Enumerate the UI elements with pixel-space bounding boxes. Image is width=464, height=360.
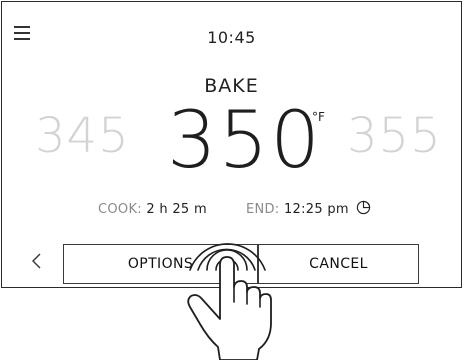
oven-control-screen: 10:45 BAKE 345 350 °F 355 COOK: 2 h 25 m…: [1, 1, 462, 288]
timer-icon[interactable]: [356, 200, 371, 215]
end-label: END:: [246, 202, 280, 217]
cooking-mode-label: BAKE: [204, 75, 259, 97]
next-temperature[interactable]: 355: [347, 112, 442, 160]
temperature-unit: °F: [312, 110, 325, 124]
end-value: 12:25 pm: [283, 202, 349, 217]
end-time[interactable]: END: 12:25 pm: [246, 202, 349, 217]
options-button[interactable]: OPTIONS: [63, 244, 258, 284]
clock-time: 10:45: [207, 28, 256, 47]
cook-value: 2 h 25 m: [146, 202, 207, 217]
previous-temperature[interactable]: 345: [35, 112, 130, 160]
chevron-left-icon[interactable]: [28, 250, 46, 272]
cook-label: COOK:: [98, 202, 142, 217]
current-temperature[interactable]: 350: [167, 102, 322, 180]
cancel-button[interactable]: CANCEL: [258, 244, 419, 284]
cook-duration[interactable]: COOK: 2 h 25 m: [98, 202, 207, 217]
